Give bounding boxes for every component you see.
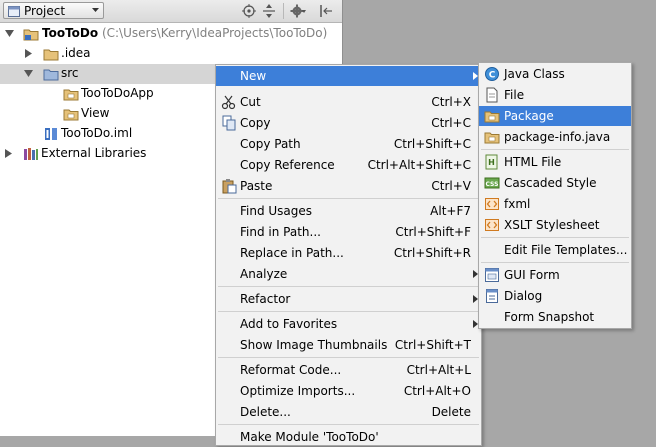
cut-icon: [221, 95, 236, 110]
menu-item-copy-reference[interactable]: Copy Reference Ctrl+Alt+Shift+C: [216, 155, 481, 175]
menu-item-show-image-thumbnails[interactable]: Show Image Thumbnails Ctrl+Shift+T: [216, 335, 481, 355]
expanded-arrow-icon[interactable]: [24, 70, 33, 77]
submenu-item-html-file[interactable]: H HTML File: [479, 152, 631, 172]
submenu-item-gui-form[interactable]: GUI Form: [479, 265, 631, 285]
java-class-icon: C: [485, 67, 499, 81]
submenu-item-dialog[interactable]: Dialog: [479, 286, 631, 306]
package-icon: [63, 109, 79, 121]
tree-label-view: View: [81, 106, 110, 120]
submenu-item-java-class[interactable]: C Java Class: [479, 64, 631, 84]
menu-item-refactor[interactable]: Refactor: [216, 289, 481, 309]
file-icon: [486, 87, 498, 103]
submenu-item-package-info[interactable]: package-info.java: [479, 127, 631, 147]
copy-icon: [222, 115, 236, 131]
menu-item-find-usages[interactable]: Find Usages Alt+F7: [216, 201, 481, 221]
menu-separator: [481, 237, 629, 238]
menu-item-find-in-path[interactable]: Find in Path... Ctrl+Shift+F: [216, 222, 481, 242]
tool-window-header: Project: [0, 0, 342, 23]
submenu-item-cascaded-style[interactable]: CSS Cascaded Style: [479, 173, 631, 193]
dialog-icon: [486, 289, 498, 303]
view-selector-label: Project: [24, 4, 66, 18]
svg-text:CSS: CSS: [486, 181, 499, 188]
collapsed-arrow-icon[interactable]: [25, 49, 32, 58]
submenu-item-edit-file-templates[interactable]: Edit File Templates...: [479, 240, 631, 260]
library-icon: [24, 148, 38, 160]
tree-label-src: src: [61, 66, 79, 80]
menu-item-replace-in-path[interactable]: Replace in Path... Ctrl+Shift+R: [216, 243, 481, 263]
menu-separator: [218, 424, 479, 425]
expanded-arrow-icon[interactable]: [5, 30, 14, 37]
tree-label-iml: TooToDo.iml: [61, 126, 133, 140]
package-icon: [63, 89, 79, 101]
tree-label-project: TooToDo: [42, 26, 99, 40]
menu-item-reformat-code[interactable]: Reformat Code... Ctrl+Alt+L: [216, 360, 481, 380]
scroll-from-source-icon[interactable]: [241, 3, 257, 19]
tree-label-external-libraries: External Libraries: [41, 146, 147, 160]
submenu-item-xslt-stylesheet[interactable]: XSLT Stylesheet: [479, 215, 631, 235]
gear-icon[interactable]: [290, 3, 306, 19]
tree-node-idea[interactable]: .idea: [0, 44, 342, 64]
tree-label-tootodoapp: TooToDoApp: [81, 86, 154, 100]
menu-item-cut[interactable]: Cut Ctrl+X: [216, 92, 481, 112]
svg-text:C: C: [489, 71, 496, 81]
collapsed-arrow-icon[interactable]: [5, 149, 12, 158]
package-info-icon: [484, 132, 500, 144]
chevron-down-icon: [92, 8, 99, 12]
svg-text:H: H: [488, 158, 495, 167]
menu-separator: [218, 198, 479, 199]
folder-icon: [43, 49, 59, 61]
html-file-icon: H: [485, 154, 498, 170]
tree-node-root-module[interactable]: TooToDo (C:\Users\Kerry\IdeaProjects\Too…: [0, 24, 342, 44]
view-selector-dropdown[interactable]: Project: [3, 2, 104, 19]
tree-label-idea: .idea: [61, 46, 91, 60]
menu-item-add-to-favorites[interactable]: Add to Favorites: [216, 314, 481, 334]
css-file-icon: CSS: [484, 177, 500, 189]
menu-item-paste[interactable]: Paste Ctrl+V: [216, 176, 481, 196]
menu-item-analyze[interactable]: Analyze: [216, 264, 481, 284]
fxml-file-icon: [485, 198, 499, 210]
paste-icon: [222, 179, 237, 194]
module-folder-icon: [23, 29, 39, 41]
menu-separator: [481, 262, 629, 263]
menu-separator: [218, 286, 479, 287]
new-submenu: C Java Class File Package package-info.j…: [478, 62, 632, 329]
menu-item-copy-path[interactable]: Copy Path Ctrl+Shift+C: [216, 134, 481, 154]
submenu-item-form-snapshot[interactable]: Form Snapshot: [479, 307, 631, 327]
toolbar-separator: [283, 3, 284, 19]
menu-item-delete[interactable]: Delete... Delete: [216, 402, 481, 422]
xslt-file-icon: [485, 219, 499, 231]
source-folder-icon: [43, 69, 59, 81]
submenu-item-package[interactable]: Package: [479, 106, 631, 126]
menu-item-new[interactable]: New: [216, 66, 481, 86]
menu-separator: [218, 357, 479, 358]
menu-item-optimize-imports[interactable]: Optimize Imports... Ctrl+Alt+O: [216, 381, 481, 401]
hide-panel-icon[interactable]: [318, 3, 334, 19]
menu-separator: [481, 149, 629, 150]
package-icon: [484, 111, 500, 123]
gui-form-icon: [485, 268, 499, 282]
submenu-item-fxml[interactable]: fxml: [479, 194, 631, 214]
context-menu: New Cut Ctrl+X Copy Ctrl+C Copy Path Ctr…: [215, 64, 482, 446]
project-view-icon: [8, 6, 20, 17]
tree-label-project-path: (C:\Users\Kerry\IdeaProjects\TooToDo): [98, 26, 328, 40]
submenu-item-file[interactable]: File: [479, 85, 631, 105]
menu-item-make-module[interactable]: Make Module 'TooToDo': [216, 427, 481, 447]
collapse-all-icon[interactable]: [261, 3, 277, 19]
menu-item-copy[interactable]: Copy Ctrl+C: [216, 113, 481, 133]
iml-file-icon: [45, 128, 57, 140]
menu-separator: [218, 311, 479, 312]
